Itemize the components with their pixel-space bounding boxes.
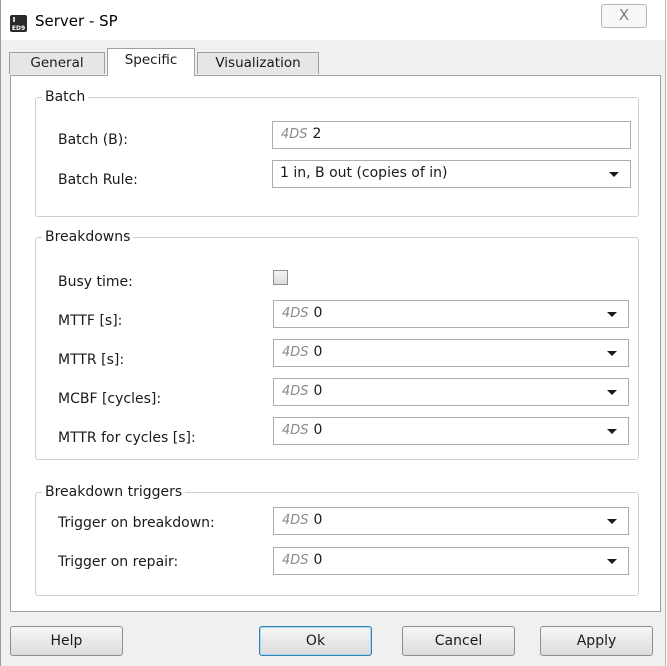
apply-button[interactable]: Apply [540, 626, 653, 656]
trigger-breakdown-value: 0 [313, 512, 323, 528]
chevron-down-icon [607, 559, 617, 564]
tab-specific[interactable]: Specific [107, 48, 195, 76]
mttr-cycles-4ds-badge: 4DS [282, 423, 309, 438]
trigger-repair-select[interactable]: 4DS 0 [273, 547, 629, 575]
close-button[interactable]: X [601, 4, 647, 28]
batch-input[interactable]: 4DS 2 [272, 121, 631, 149]
batch-rule-label: Batch Rule: [58, 172, 138, 188]
trigger-breakdown-label: Trigger on breakdown: [58, 515, 215, 531]
mcbf-value: 0 [313, 383, 323, 399]
batch-label: Batch (B): [58, 132, 128, 148]
mttr-4ds-badge: 4DS [282, 345, 309, 360]
app-icon-text: ED9 [11, 25, 26, 32]
batch-group-title: Batch [42, 88, 89, 106]
trigger-repair-value: 0 [313, 552, 323, 568]
trigger-repair-label: Trigger on repair: [58, 554, 179, 570]
mcbf-4ds-badge: 4DS [282, 384, 309, 399]
window-title: Server - SP [35, 12, 118, 30]
trigger-breakdown-select[interactable]: 4DS 0 [273, 507, 629, 535]
batch-rule-value: 1 in, B out (copies of in) [280, 165, 448, 181]
mcbf-select[interactable]: 4DS 0 [273, 378, 629, 406]
cancel-button[interactable]: Cancel [402, 626, 515, 656]
breakdown-triggers-group-title: Breakdown triggers [42, 483, 186, 501]
mttf-4ds-badge: 4DS [282, 306, 309, 321]
mttf-select[interactable]: 4DS 0 [273, 300, 629, 328]
mttr-select[interactable]: 4DS 0 [273, 339, 629, 367]
busy-time-label: Busy time: [58, 274, 133, 290]
mttr-cycles-select[interactable]: 4DS 0 [273, 417, 629, 445]
mttr-cycles-label: MTTR for cycles [s]: [58, 430, 196, 446]
batch-4ds-badge: 4DS [281, 127, 308, 142]
server-dialog: ED9 Server - SP X General Specific Visua… [0, 0, 666, 666]
batch-group: Batch [35, 88, 639, 217]
close-icon: X [618, 6, 630, 24]
breakdowns-group-title: Breakdowns [42, 228, 134, 246]
tab-general[interactable]: General [9, 52, 105, 74]
mttf-label: MTTF [s]: [58, 313, 123, 329]
title-bar: ED9 Server - SP X [1, 0, 665, 40]
help-button[interactable]: Help [10, 626, 123, 656]
busy-time-checkbox[interactable] [273, 270, 288, 285]
mttr-value: 0 [313, 344, 323, 360]
tab-visualization[interactable]: Visualization [197, 52, 319, 74]
mttf-value: 0 [313, 305, 323, 321]
trigger-repair-4ds-badge: 4DS [282, 553, 309, 568]
batch-value: 2 [312, 126, 322, 142]
app-icon: ED9 [10, 15, 27, 32]
trigger-breakdown-4ds-badge: 4DS [282, 513, 309, 528]
chevron-down-icon [607, 390, 617, 395]
ok-button[interactable]: Ok [259, 626, 372, 656]
chevron-down-icon [607, 312, 617, 317]
specific-tab-panel: Batch Batch (B): 4DS 2 Batch Rule: 1 in, … [10, 75, 661, 612]
chevron-down-icon [607, 351, 617, 356]
mttr-cycles-value: 0 [313, 422, 323, 438]
mcbf-label: MCBF [cycles]: [58, 391, 162, 407]
mttr-label: MTTR [s]: [58, 352, 125, 368]
chevron-down-icon [609, 172, 619, 177]
chevron-down-icon [607, 429, 617, 434]
chevron-down-icon [607, 519, 617, 524]
batch-rule-select[interactable]: 1 in, B out (copies of in) [272, 160, 631, 188]
